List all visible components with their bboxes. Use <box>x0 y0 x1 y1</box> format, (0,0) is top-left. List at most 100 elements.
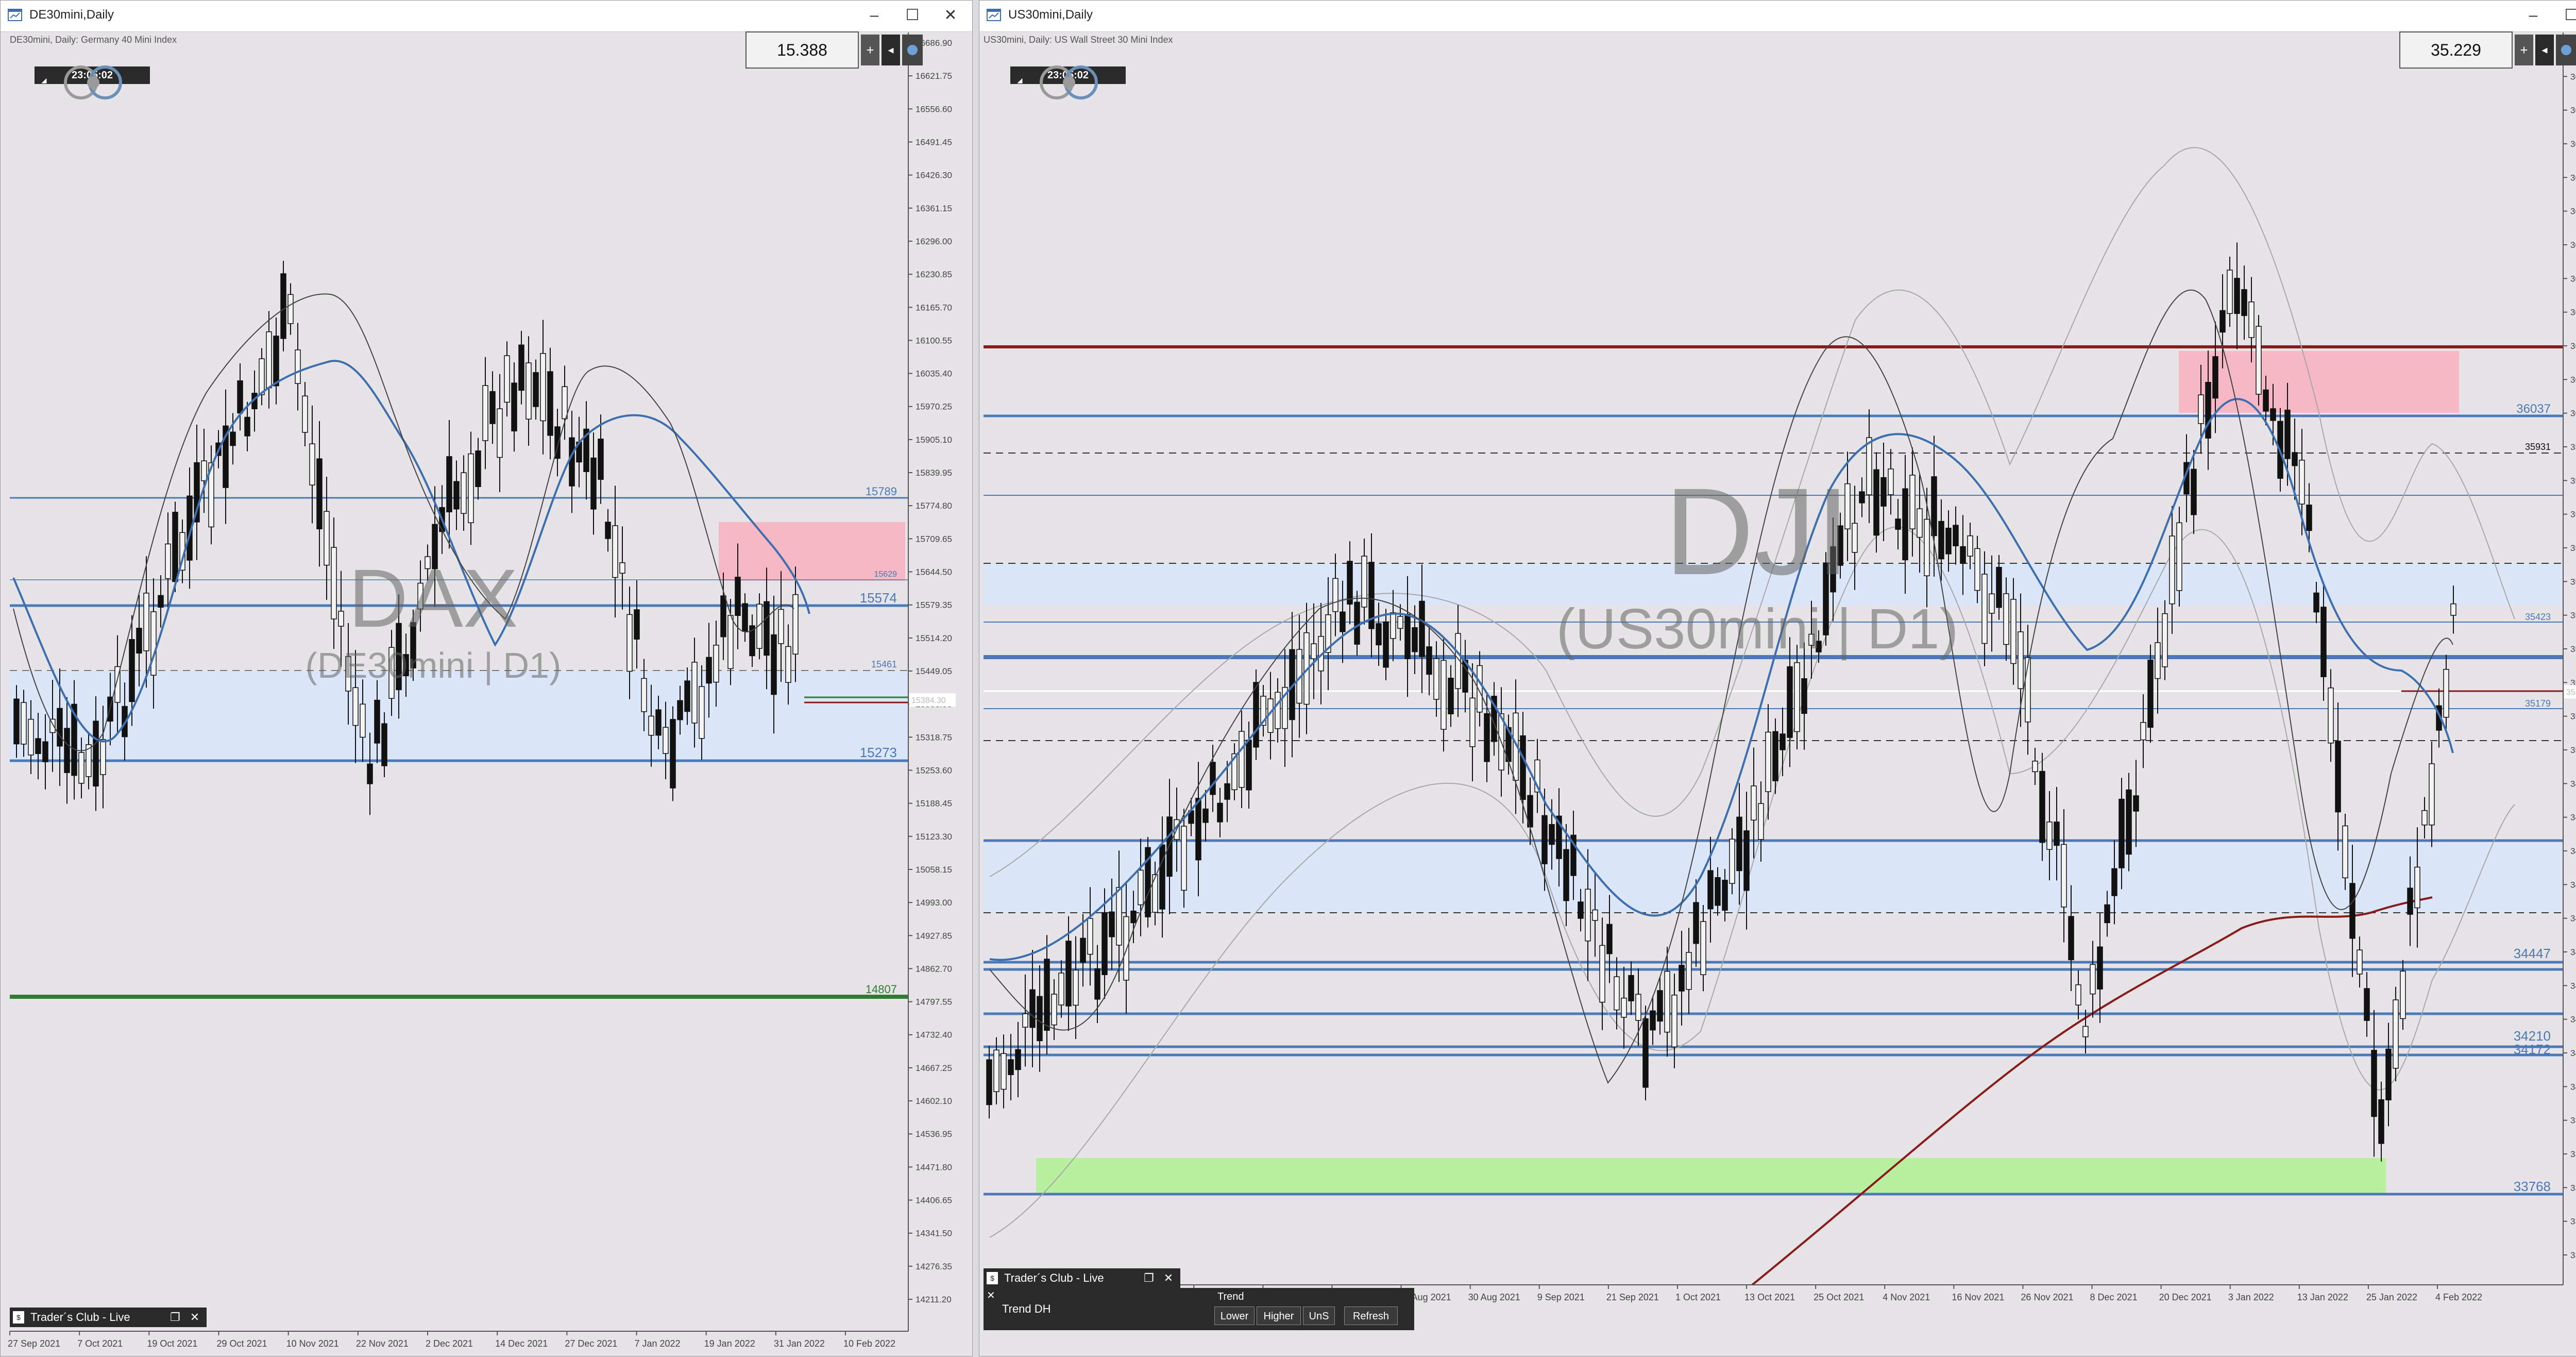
price-tick-label: 16491.45 <box>916 137 952 147</box>
candle-body <box>1202 808 1209 823</box>
traders-club-panel-bar[interactable]: $ Trader´s Club - Live ❐ ✕ <box>10 1308 207 1327</box>
candle-body <box>2306 505 2312 531</box>
globe-icon[interactable] <box>2556 35 2576 65</box>
candle-body <box>1008 1059 1014 1075</box>
candle-body <box>295 349 301 384</box>
maximize-button[interactable]: ☐ <box>900 4 925 27</box>
price-chart-us30[interactable]: 37074.5036977.6036880.7036783.8036686.90… <box>979 31 2576 1357</box>
close-icon[interactable]: ✕ <box>187 1310 202 1325</box>
candle-body <box>2205 382 2211 439</box>
candle-body <box>1578 901 1584 919</box>
trend-title: Trend DH <box>1002 1302 1051 1315</box>
traders-club-panel-bar[interactable]: $ Trader´s Club - Live ❐ ✕ <box>984 1268 1180 1288</box>
trend-panel: ✕ Trend DH Trend Lower Higher UnS Refres… <box>984 1288 1414 1330</box>
candle-body <box>497 408 503 458</box>
candle-body <box>2248 301 2255 338</box>
candle-body <box>78 752 84 784</box>
trend-higher-button[interactable]: Higher <box>1257 1306 1301 1325</box>
candle-body <box>626 614 633 672</box>
candle-body <box>1123 916 1129 981</box>
candle-body <box>1664 970 1670 1033</box>
candle-body <box>2450 603 2456 616</box>
candle-body <box>727 615 734 669</box>
candle-body <box>2407 887 2413 915</box>
close-icon[interactable]: ✕ <box>987 1289 995 1302</box>
price-tick-label: 36686.90 <box>2570 173 2576 182</box>
close-icon[interactable]: ✕ <box>1161 1270 1176 1286</box>
price-tick-label: 15970.25 <box>916 402 952 412</box>
price-chart-de30[interactable]: 16686.9016621.7516556.6016491.4516426.30… <box>1 31 972 1357</box>
candle-body <box>2032 760 2038 773</box>
price-tick-label: 34662.00 <box>2570 880 2576 890</box>
price-tick-label: 34469.00 <box>2570 947 2576 957</box>
candle-body <box>1707 870 1714 910</box>
maximize-button[interactable]: ☐ <box>2559 4 2576 27</box>
level-label: 35423 <box>2525 612 2551 622</box>
close-button[interactable]: ✕ <box>938 4 963 27</box>
date-tick-label: 25 Oct 2021 <box>1814 1292 1864 1302</box>
candle-body <box>2219 310 2226 333</box>
candle-body <box>230 431 236 446</box>
candle-body <box>2111 868 2117 896</box>
chart-window-us30[interactable]: US30mini,Daily – ☐ ✕ <box>979 0 2576 1356</box>
restore-icon[interactable]: ❐ <box>167 1310 183 1325</box>
price-tick-label: 36302.30 <box>2570 308 2576 317</box>
price-tick-label: 16621.75 <box>916 71 952 81</box>
candle-body <box>2342 825 2348 879</box>
level-label: 35179 <box>2525 698 2551 709</box>
price-tick-label: 34276.00 <box>2570 1015 2576 1025</box>
globe-icon[interactable] <box>902 35 923 65</box>
price-tick-label: 36783.80 <box>2570 139 2576 149</box>
candle-body <box>100 739 106 775</box>
candle-body <box>547 371 553 436</box>
price-tick-label: 35530.50 <box>2570 577 2576 587</box>
window-titlebar[interactable]: DE30mini,Daily – ☐ ✕ <box>1 1 972 32</box>
candle-body <box>1765 731 1771 792</box>
arrow-left-icon[interactable]: ◂ <box>2535 35 2554 65</box>
restore-icon[interactable]: ❐ <box>1141 1270 1157 1286</box>
minimize-button[interactable]: – <box>2521 4 2546 27</box>
candle-body <box>1967 535 1973 557</box>
price-tick-label: 14276.35 <box>916 1262 952 1271</box>
price-tick-label: 15579.35 <box>916 600 952 610</box>
trend-lower-button[interactable]: Lower <box>1214 1306 1255 1325</box>
candle-body <box>287 294 294 324</box>
candle-body <box>468 453 474 524</box>
candle-body <box>1628 975 1634 1001</box>
price-tick-label: 15318.75 <box>916 732 952 742</box>
price-tick-label: 15839.95 <box>916 468 952 478</box>
candle-body <box>2371 1050 2377 1117</box>
arrow-left-icon[interactable]: ◂ <box>882 35 900 65</box>
price-tick-label: 14406.65 <box>916 1196 952 1205</box>
candle-body <box>1217 802 1223 823</box>
plus-icon[interactable]: + <box>2515 35 2533 65</box>
price-tick-label: 14993.00 <box>916 898 952 908</box>
chart-window-de30[interactable]: DE30mini,Daily – ☐ ✕ 16686.90 16621.75 165… <box>0 0 973 1356</box>
price-tick-label: 14211.20 <box>916 1295 952 1304</box>
level-label: 34172 <box>2514 1042 2551 1057</box>
candle-body <box>2119 798 2125 868</box>
candle-body <box>2090 964 2096 995</box>
candle-body <box>129 639 135 702</box>
candle-body <box>1390 612 1396 639</box>
watermark-symbol: DJI <box>1665 462 1850 600</box>
candle-body <box>1166 816 1173 877</box>
candle-body <box>2169 535 2175 605</box>
plus-icon[interactable]: + <box>861 35 879 65</box>
minimize-button[interactable]: – <box>862 4 887 27</box>
window-titlebar[interactable]: US30mini,Daily – ☐ ✕ <box>979 1 2576 32</box>
candle-body <box>1195 798 1201 861</box>
level-label: 14807 <box>866 983 897 996</box>
date-tick-label: 9 Sep 2021 <box>1537 1292 1585 1302</box>
refresh-button[interactable]: Refresh <box>1344 1306 1398 1325</box>
candle-body <box>2140 722 2146 741</box>
price-tick-label: 15449.05 <box>916 666 952 676</box>
triangle-icon: ◢ <box>1018 77 1023 84</box>
trend-uns-button[interactable]: UnS <box>1303 1306 1335 1325</box>
panel-title: Trader´s Club - Live <box>1004 1271 1104 1284</box>
price-tick-label: 33986.50 <box>2570 1116 2576 1126</box>
price-tick-label: 16426.30 <box>916 171 952 180</box>
price-tick-label: 33793.50 <box>2570 1183 2576 1193</box>
price-tick-label: 15123.30 <box>916 832 952 842</box>
candle-body <box>2385 1048 2392 1101</box>
